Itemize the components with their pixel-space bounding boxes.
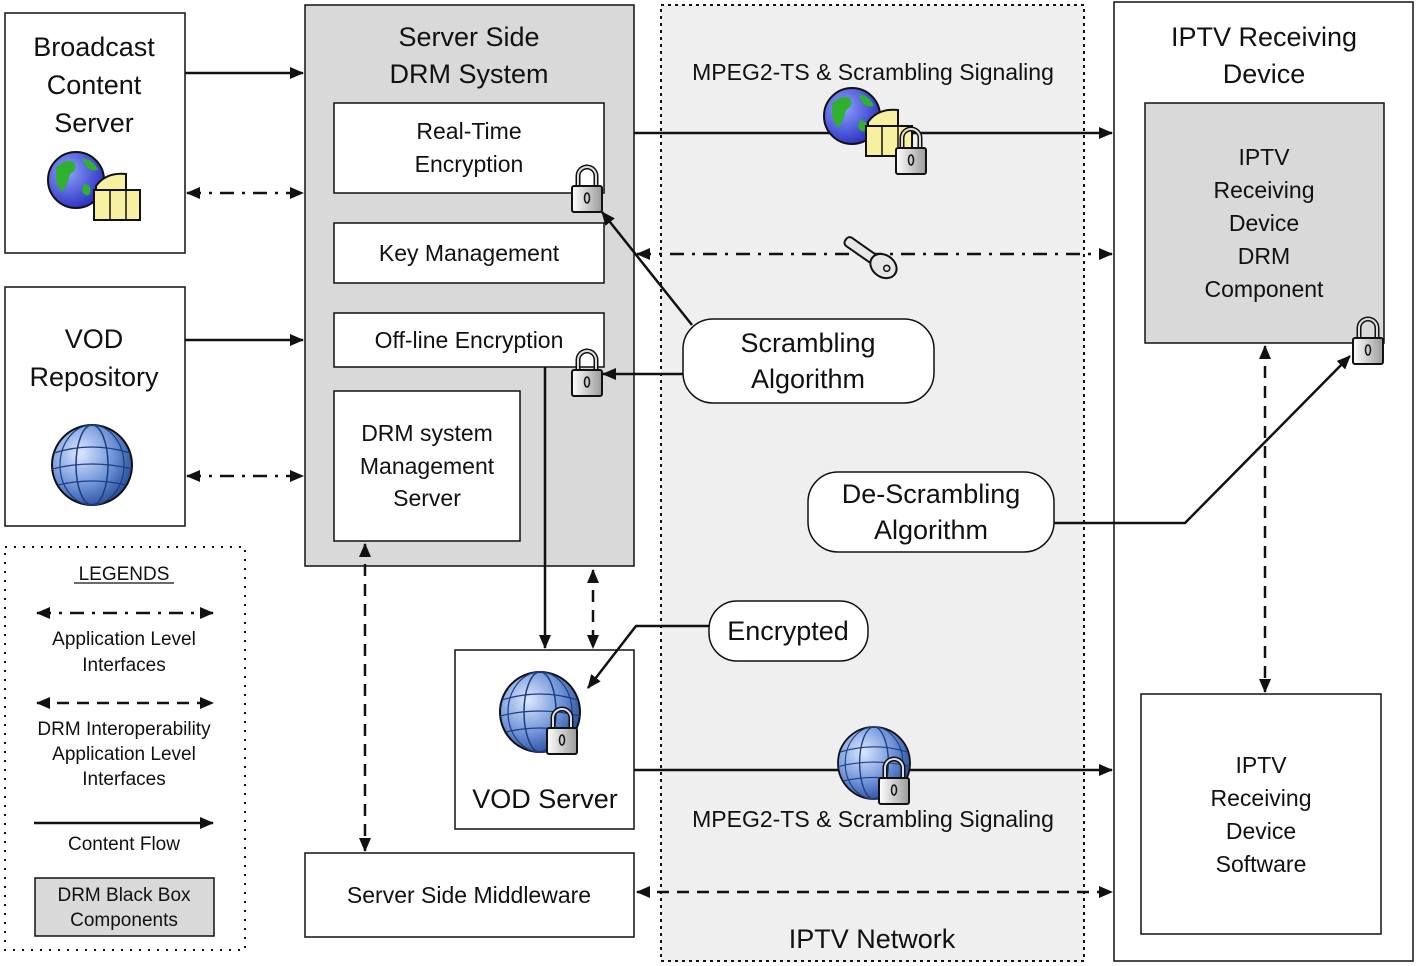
legend-label: Application Level (52, 744, 196, 765)
legend: LEGENDS Application Level Interfaces DRM… (4, 546, 246, 951)
label: DRM system (361, 420, 493, 446)
label: VOD (65, 324, 124, 354)
label: Key Management (379, 240, 560, 266)
title: DRM System (389, 59, 548, 89)
title: Server Side (398, 22, 539, 52)
label: Server (54, 108, 134, 138)
label: Repository (29, 362, 159, 392)
legend-label: Content Flow (68, 834, 180, 855)
label: Management (360, 453, 495, 479)
label: Receiving (1214, 177, 1315, 203)
label: Server (393, 485, 461, 511)
label: Server Side Middleware (347, 882, 591, 908)
label: De-Scrambling (842, 479, 1021, 509)
label: Encrypted (727, 616, 849, 646)
iptv-network-label: IPTV Network (789, 924, 956, 954)
scrambling-algorithm: Scrambling Algorithm (682, 318, 935, 404)
label: Off-line Encryption (375, 327, 564, 353)
label: Algorithm (874, 515, 988, 545)
software-box (1140, 693, 1382, 935)
vod-server: VOD Server (454, 649, 635, 830)
legend-label: Interfaces (82, 655, 165, 676)
real-time-encryption-box (333, 102, 605, 194)
label: Software (1216, 851, 1307, 877)
iptv-receiving-device: IPTV Receiving Device IPTV Receiving Dev… (1113, 1, 1414, 962)
label: Real-Time (416, 118, 521, 144)
label: Scrambling (740, 328, 875, 358)
descrambling-algorithm: De-Scrambling Algorithm (807, 471, 1055, 553)
legend-label: Interfaces (82, 769, 165, 790)
encrypted-callout: Encrypted (708, 600, 869, 662)
legend-label: DRM Black Box (57, 885, 191, 906)
label: IPTV (1238, 144, 1290, 170)
top-signal-label: MPEG2-TS & Scrambling Signaling (692, 59, 1054, 85)
legend-label: Application Level (52, 629, 196, 650)
label: VOD Server (472, 784, 618, 814)
label: Component (1205, 276, 1325, 302)
label: Device (1226, 818, 1296, 844)
title: IPTV Receiving (1171, 22, 1357, 52)
label: Content (47, 70, 142, 100)
title: Device (1223, 59, 1306, 89)
legend-label: DRM Interoperability (37, 719, 211, 740)
label: Algorithm (751, 364, 865, 394)
label: Encryption (415, 151, 524, 177)
broadcast-content-server: Broadcast Content Server (4, 12, 186, 254)
label: Receiving (1211, 785, 1312, 811)
label: DRM (1238, 243, 1290, 269)
globe-icon (51, 424, 133, 506)
bottom-signal-label: MPEG2-TS & Scrambling Signaling (692, 806, 1054, 832)
legend-label: Components (70, 910, 178, 931)
label: IPTV (1235, 752, 1287, 778)
vod-repository: VOD Repository (4, 286, 186, 527)
label: Broadcast (33, 32, 155, 62)
server-side-drm-system: Server Side DRM System Real-Time Encrypt… (304, 4, 635, 567)
iptv-drm-architecture-diagram: IPTV Network Broadcast Content Server VO… (4, 1, 1414, 962)
server-side-middleware: Server Side Middleware (304, 852, 635, 938)
legend-title: LEGENDS (79, 564, 170, 585)
label: Device (1229, 210, 1299, 236)
